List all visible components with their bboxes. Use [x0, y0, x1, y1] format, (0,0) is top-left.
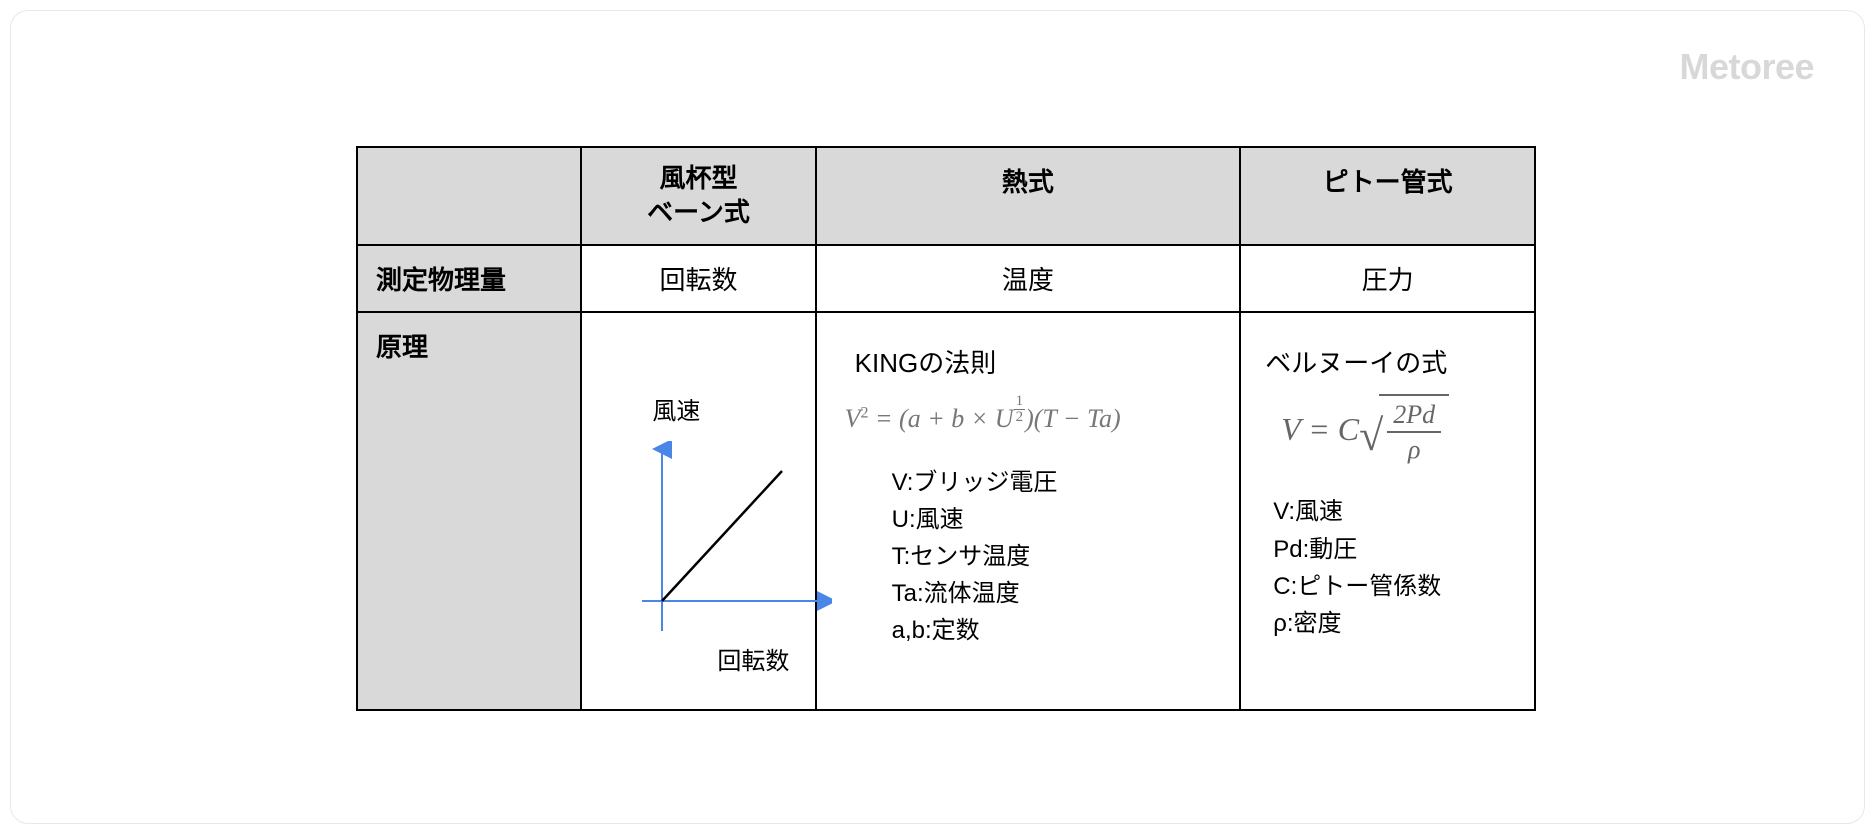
legend-item: V:風速 — [1273, 493, 1514, 530]
chart-y-label: 風速 — [652, 391, 700, 426]
legend-item: ρ:密度 — [1273, 605, 1514, 642]
principle-label: 原理 — [357, 312, 581, 710]
measured-row: 測定物理量 回転数 温度 圧力 — [357, 245, 1535, 312]
pitot-legend: V:風速 Pd:動圧 C:ピトー管係数 ρ:密度 — [1273, 493, 1514, 642]
comparison-table: 風杯型 ベーン式 熱式 ピトー管式 測定物理量 回転数 温度 圧力 原理 風速 — [356, 146, 1536, 711]
header-blank — [357, 147, 581, 245]
heat-legend: V:ブリッジ電圧 U:風速 T:センサ温度 Ta:流体温度 a,b:定数 — [892, 464, 1220, 650]
legend-item: Ta:流体温度 — [892, 575, 1220, 612]
legend-item: T:センサ温度 — [892, 538, 1220, 575]
principle-heat: KINGの法則 V2 = (a + b × U^12)(T − Ta) V:ブリ… — [816, 312, 1241, 710]
legend-item: Pd:動圧 — [1273, 531, 1514, 568]
content-frame: Metoree 風杯型 ベーン式 熱式 ピトー管式 測定物理量 回転数 温度 圧… — [10, 10, 1865, 824]
legend-item: a,b:定数 — [892, 612, 1220, 649]
header-row: 風杯型 ベーン式 熱式 ピトー管式 — [357, 147, 1535, 245]
principle-cup: 風速 — [581, 312, 815, 710]
pitot-formula: V = C√2Pdρ — [1281, 394, 1514, 466]
watermark: Metoree — [1679, 46, 1814, 88]
chart-x-label: 回転数 — [717, 641, 789, 676]
measured-cup: 回転数 — [581, 245, 815, 312]
line-chart-icon — [632, 441, 832, 641]
header-heat: 熱式 — [816, 147, 1241, 245]
principle-pitot: ベルヌーイの式 V = C√2Pdρ V:風速 Pd:動圧 C:ピトー管係数 ρ… — [1240, 312, 1535, 710]
principle-row: 原理 風速 — [357, 312, 1535, 710]
heat-formula: V2 = (a + b × U^12)(T − Ta) — [845, 394, 1220, 434]
measured-heat: 温度 — [816, 245, 1241, 312]
measured-pitot: 圧力 — [1240, 245, 1535, 312]
header-cup: 風杯型 ベーン式 — [581, 147, 815, 245]
measured-label: 測定物理量 — [357, 245, 581, 312]
heat-title: KINGの法則 — [855, 343, 1220, 380]
legend-item: V:ブリッジ電圧 — [892, 464, 1220, 501]
pitot-title: ベルヌーイの式 — [1265, 343, 1514, 380]
legend-item: C:ピトー管係数 — [1273, 568, 1514, 605]
header-pitot: ピトー管式 — [1240, 147, 1535, 245]
legend-item: U:風速 — [892, 501, 1220, 538]
